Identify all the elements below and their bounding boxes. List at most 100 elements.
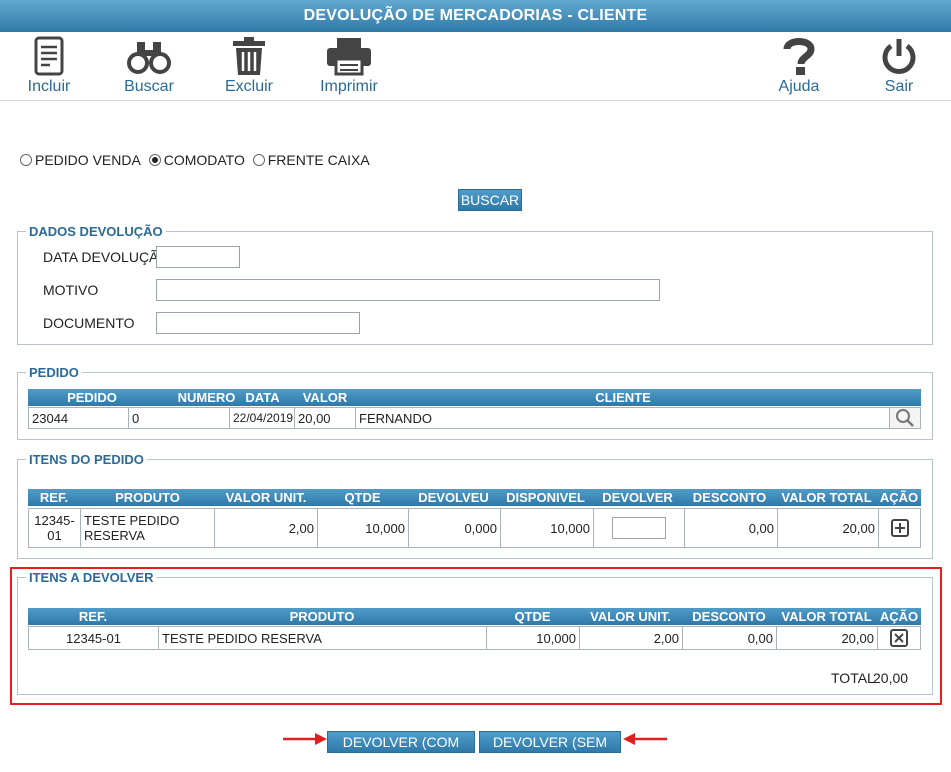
column-header: DATA — [245, 390, 280, 405]
arrow-right-icon — [283, 733, 327, 745]
column-header: DISPONIVEL — [506, 490, 585, 505]
excluir-label: Excluir — [224, 78, 273, 95]
imprimir-label: Imprimir — [320, 78, 378, 95]
column-header: VALOR TOTAL — [781, 609, 872, 624]
numero-cell: 0 — [129, 408, 230, 428]
valor-unit-cell: 2,00 — [215, 509, 318, 547]
ref-cell: 12345-01 — [29, 627, 159, 649]
itens-pedido-header: REF. PRODUTO VALOR UNIT. QTDE DEVOLVEU D… — [28, 489, 921, 506]
ajuda-label: Ajuda — [778, 78, 820, 95]
document-icon — [34, 36, 64, 76]
itens-pedido-row: 12345-01 TESTE PEDIDO RESERVA 2,00 10,00… — [28, 508, 921, 548]
column-header: DEVOLVEU — [418, 490, 489, 505]
motivo-input[interactable] — [156, 279, 660, 301]
window-title: DEVOLUÇÃO DE MERCADORIAS - CLIENTE — [0, 0, 951, 32]
plus-icon — [894, 523, 905, 533]
valor-unit-cell: 2,00 — [580, 627, 683, 649]
produto-cell: TESTE PEDIDO RESERVA — [81, 509, 215, 547]
power-icon — [882, 39, 916, 74]
section-legend: PEDIDO — [29, 365, 79, 380]
column-header: PRODUTO — [289, 609, 355, 624]
column-header: VALOR TOTAL — [781, 490, 872, 505]
pedido-cell: 23044 — [29, 408, 129, 428]
data-devolucao-input[interactable] — [156, 246, 240, 268]
devolver-cell — [594, 509, 685, 547]
acao-cell — [878, 627, 920, 649]
column-header: DESCONTO — [692, 490, 767, 505]
buscar-button[interactable]: Buscar — [114, 32, 184, 96]
imprimir-button[interactable]: Imprimir — [314, 32, 384, 96]
acao-cell — [879, 509, 920, 547]
column-header: AÇÃO — [879, 609, 919, 624]
devolver-input[interactable] — [612, 517, 666, 539]
pedido-row[interactable]: 23044 0 22/04/2019 20,00 FERNANDO — [28, 407, 921, 429]
column-header: AÇÃO — [879, 490, 919, 505]
section-legend: DADOS DEVOLUÇÃO — [29, 224, 163, 239]
help-icon — [783, 38, 815, 75]
tipo-radio-group: PEDIDO VENDA COMODATO FRENTE CAIXA — [20, 152, 374, 168]
produto-cell: TESTE PEDIDO RESERVA — [159, 627, 487, 649]
ajuda-button[interactable]: Ajuda — [764, 32, 834, 96]
pedido-table-header: PEDIDO NUMERO DATA VALOR CLIENTE — [28, 389, 921, 406]
close-icon — [894, 633, 904, 643]
total-label: TOTAL — [831, 670, 875, 686]
column-header: QTDE — [344, 490, 381, 505]
buscar-label: Buscar — [124, 78, 174, 95]
column-header: PEDIDO — [67, 390, 117, 405]
column-header: DESCONTO — [692, 609, 766, 624]
trash-icon — [233, 37, 265, 75]
qtde-cell: 10,000 — [487, 627, 580, 649]
radio-frente-caixa[interactable]: FRENTE CAIXA — [252, 152, 370, 168]
radio-label: PEDIDO VENDA — [35, 152, 141, 168]
itens-devolver-header: REF. PRODUTO QTDE VALOR UNIT. DESCONTO V… — [28, 608, 921, 625]
binoculars-icon — [127, 42, 171, 74]
qtde-cell: 10,000 — [318, 509, 409, 547]
buscar-pedido-button[interactable]: BUSCAR — [458, 189, 522, 211]
section-legend: ITENS DO PEDIDO — [29, 452, 144, 467]
sair-label: Sair — [884, 78, 914, 95]
toolbar: Incluir Buscar Excluir Imprimir Ajuda Sa… — [0, 32, 951, 101]
motivo-label: MOTIVO — [43, 282, 99, 298]
remove-item-button[interactable] — [890, 629, 908, 647]
data-devolucao-label: DATA DEVOLUÇÃO — [43, 249, 170, 265]
valor-cell: 20,00 — [295, 408, 356, 428]
documento-input[interactable] — [156, 312, 360, 334]
radio-comodato[interactable]: COMODATO — [148, 152, 245, 168]
itens-devolver-row: 12345-01 TESTE PEDIDO RESERVA 10,000 2,0… — [28, 626, 921, 650]
radio-dot — [20, 154, 32, 166]
column-header: PRODUTO — [115, 490, 180, 505]
devolveu-cell: 0,000 — [409, 509, 501, 547]
incluir-label: Incluir — [27, 78, 71, 95]
search-cliente-button[interactable] — [890, 408, 920, 428]
devolver-sem-nfe-button[interactable]: DEVOLVER (SEM NFE) — [479, 731, 621, 770]
excluir-button[interactable]: Excluir — [214, 32, 284, 96]
radio-dot — [148, 154, 161, 166]
sair-button[interactable]: Sair — [864, 32, 934, 96]
column-header: VALOR — [302, 390, 348, 405]
total-value: 20,00 — [873, 670, 909, 686]
column-header: REF. — [39, 490, 69, 505]
cliente-cell: FERNANDO — [356, 408, 890, 428]
incluir-button[interactable]: Incluir — [14, 32, 84, 96]
section-legend: ITENS A DEVOLVER — [29, 570, 154, 585]
documento-label: DOCUMENTO — [43, 315, 135, 331]
radio-pedido-venda[interactable]: PEDIDO VENDA — [20, 152, 141, 168]
add-item-button[interactable] — [890, 519, 909, 537]
ref-cell: 12345-01 — [29, 509, 81, 547]
desconto-cell: 0,00 — [685, 509, 778, 547]
radio-label: FRENTE CAIXA — [267, 152, 370, 168]
column-header: CLIENTE — [595, 390, 651, 405]
magnifier-icon — [896, 409, 914, 427]
data-cell: 22/04/2019 — [230, 408, 295, 428]
column-header: VALOR UNIT. — [590, 609, 671, 624]
column-header: VALOR UNIT. — [225, 490, 307, 505]
radio-label: COMODATO — [163, 152, 245, 168]
valor-total-cell: 20,00 — [777, 627, 878, 649]
printer-icon — [327, 38, 371, 76]
devolver-com-nfe-button[interactable]: DEVOLVER (COM NFE) — [327, 731, 475, 770]
desconto-cell: 0,00 — [683, 627, 777, 649]
column-header: REF. — [78, 609, 108, 624]
arrow-left-icon — [623, 733, 667, 745]
disponivel-cell: 10,000 — [501, 509, 594, 547]
column-header: QTDE — [514, 609, 551, 624]
